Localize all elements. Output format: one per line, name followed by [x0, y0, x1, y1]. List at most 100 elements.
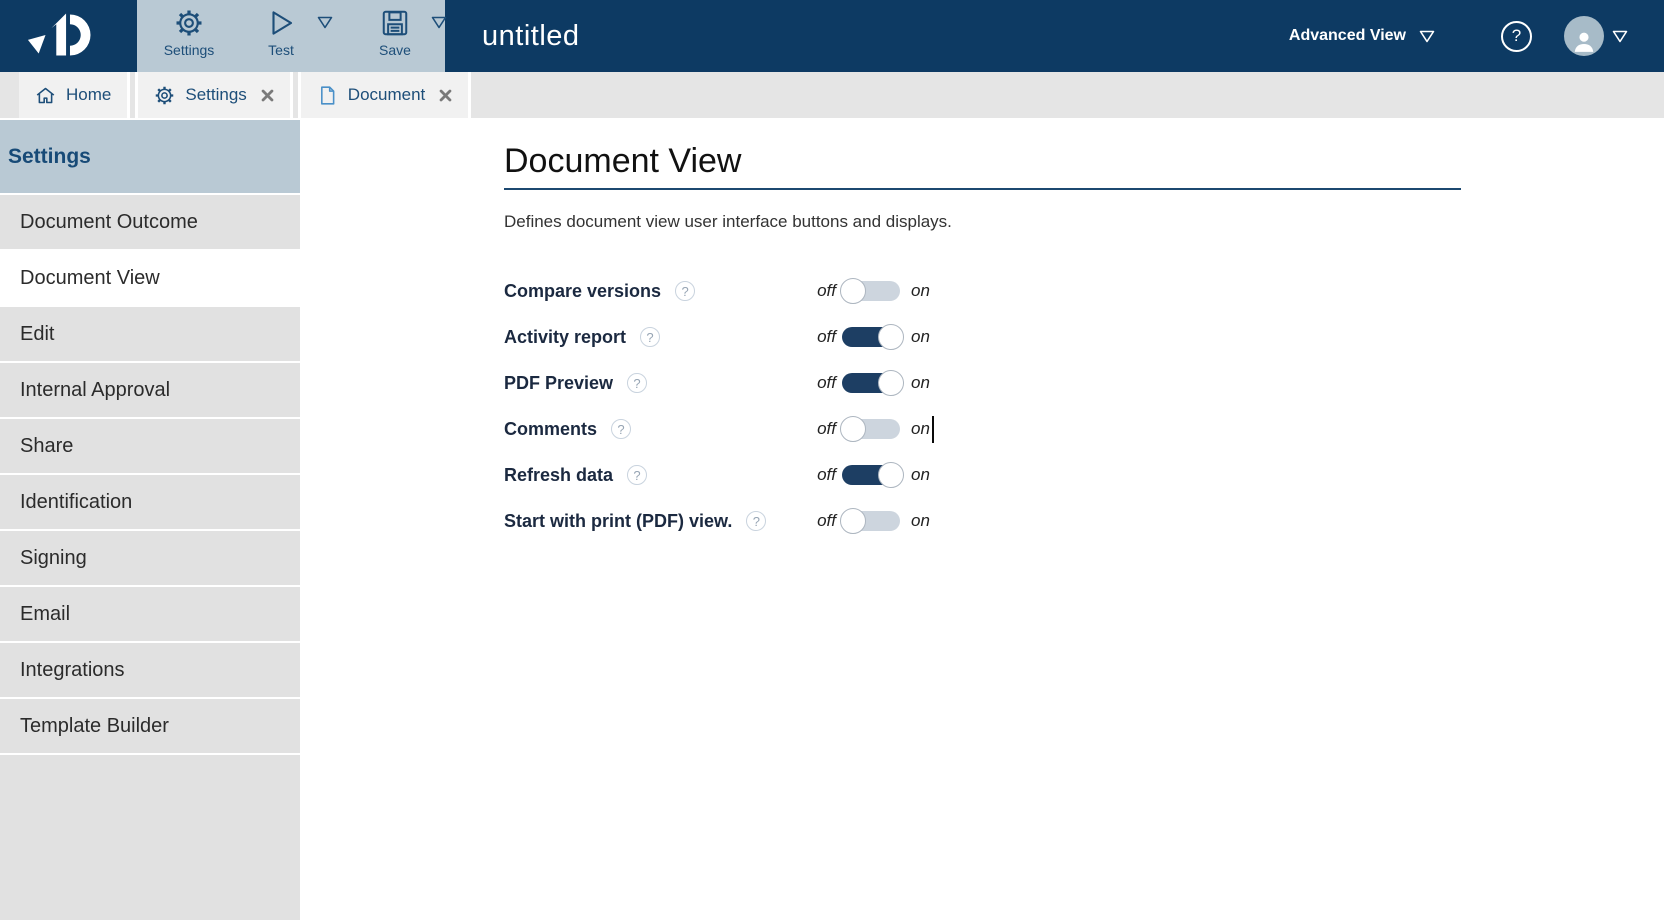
tab-settings-label: Settings [185, 85, 246, 105]
off-label: off [804, 373, 836, 393]
help-tooltip-icon[interactable]: ? [746, 511, 766, 531]
user-avatar[interactable] [1564, 16, 1604, 56]
view-mode-label: Advanced View [1289, 27, 1406, 45]
save-icon [380, 8, 410, 38]
compare-versions-toggle[interactable] [840, 278, 904, 304]
help-tooltip-icon[interactable]: ? [627, 465, 647, 485]
off-label: off [804, 511, 836, 531]
setting-row-activity-report: Activity report ? off on [504, 314, 1664, 360]
save-button[interactable]: Save [367, 8, 423, 58]
body-row: Settings Document Outcome Document View … [0, 120, 1664, 920]
on-label: on [911, 419, 930, 439]
help-tooltip-icon[interactable]: ? [675, 281, 695, 301]
toggle-group: off on [804, 278, 930, 304]
tab-document-label: Document [348, 85, 425, 105]
top-bar: Settings Test [0, 0, 1664, 72]
off-label: off [804, 465, 836, 485]
sidebar-item-signing[interactable]: Signing [0, 531, 300, 587]
setting-row-compare-versions: Compare versions ? off on [504, 268, 1664, 314]
page-description: Defines document view user interface but… [504, 212, 1664, 232]
setting-label: PDF Preview [504, 373, 613, 394]
gear-icon [174, 8, 204, 38]
on-label: on [911, 511, 930, 531]
toggle-knob[interactable] [878, 324, 904, 350]
sidebar-item-integrations[interactable]: Integrations [0, 643, 300, 699]
save-dropdown-arrow-icon[interactable] [431, 16, 447, 29]
settings-sidebar: Settings Document Outcome Document View … [0, 120, 300, 920]
setting-label: Compare versions [504, 281, 661, 302]
sidebar-item-email[interactable]: Email [0, 587, 300, 643]
sidebar-item-share[interactable]: Share [0, 419, 300, 475]
tab-settings[interactable]: Settings [135, 72, 292, 118]
off-label: off [804, 281, 836, 301]
setting-label: Comments [504, 419, 597, 440]
toggle-group: off on [804, 370, 930, 396]
tab-home-label: Home [66, 85, 111, 105]
chevron-down-icon [1419, 30, 1435, 43]
sidebar-header: Settings [0, 120, 300, 195]
sidebar-item-document-outcome[interactable]: Document Outcome [0, 195, 300, 251]
toggle-group: off on [804, 508, 930, 534]
tab-bar: Home Settings Document [0, 72, 1664, 120]
help-tooltip-icon[interactable]: ? [627, 373, 647, 393]
test-button-label: Test [268, 42, 294, 58]
activity-report-toggle[interactable] [840, 324, 904, 350]
page-title-block: Document View [504, 140, 1461, 190]
test-button[interactable]: Test [253, 8, 309, 58]
toggle-knob[interactable] [840, 278, 866, 304]
page-title: Document View [504, 140, 1461, 182]
toggle-group: off on [804, 416, 934, 443]
toggle-knob[interactable] [878, 462, 904, 488]
view-mode-selector[interactable]: Advanced View [1289, 27, 1435, 45]
play-icon [266, 8, 296, 38]
setting-label: Refresh data [504, 465, 613, 486]
on-label: on [911, 327, 930, 347]
app-logo[interactable] [0, 0, 137, 72]
comments-toggle[interactable] [840, 416, 904, 442]
settings-button-label: Settings [164, 42, 215, 58]
main-content: Document View Defines document view user… [300, 120, 1664, 920]
save-button-label: Save [379, 42, 411, 58]
document-icon [317, 85, 338, 106]
on-label: on [911, 465, 930, 485]
brand-logo-icon [25, 9, 113, 64]
document-title[interactable]: untitled [482, 20, 580, 53]
pdf-preview-toggle[interactable] [840, 370, 904, 396]
setting-row-comments: Comments ? off on [504, 406, 1664, 452]
tab-home[interactable]: Home [19, 72, 130, 118]
toggle-group: off on [804, 324, 930, 350]
settings-rows: Compare versions ? off on Activity repor… [504, 268, 1664, 544]
toolbar: Settings Test [137, 0, 445, 72]
on-label: on [911, 373, 930, 393]
tab-document[interactable]: Document [298, 72, 471, 118]
start-with-print-view-toggle[interactable] [840, 508, 904, 534]
setting-row-start-with-print-view: Start with print (PDF) view. ? off on [504, 498, 1664, 544]
avatar-dropdown-arrow-icon[interactable] [1612, 30, 1628, 43]
help-button[interactable]: ? [1501, 21, 1532, 52]
setting-label: Start with print (PDF) view. [504, 511, 732, 532]
topbar-right-group: Advanced View ? [1289, 0, 1664, 72]
setting-row-refresh-data: Refresh data ? off on [504, 452, 1664, 498]
toggle-knob[interactable] [840, 416, 866, 442]
off-label: off [804, 327, 836, 347]
toggle-knob[interactable] [840, 508, 866, 534]
sidebar-item-edit[interactable]: Edit [0, 307, 300, 363]
refresh-data-toggle[interactable] [840, 462, 904, 488]
close-icon[interactable] [439, 89, 452, 102]
help-tooltip-icon[interactable]: ? [640, 327, 660, 347]
close-icon[interactable] [261, 89, 274, 102]
sidebar-item-document-view[interactable]: Document View [0, 251, 300, 307]
help-tooltip-icon[interactable]: ? [611, 419, 631, 439]
app-window: Settings Test [0, 0, 1664, 920]
test-dropdown-arrow-icon[interactable] [317, 16, 333, 29]
toggle-knob[interactable] [878, 370, 904, 396]
question-mark-icon: ? [1512, 26, 1521, 46]
sidebar-item-template-builder[interactable]: Template Builder [0, 699, 300, 755]
sidebar-item-identification[interactable]: Identification [0, 475, 300, 531]
settings-button[interactable]: Settings [161, 8, 217, 58]
home-icon [35, 85, 56, 106]
setting-label: Activity report [504, 327, 626, 348]
sidebar-item-internal-approval[interactable]: Internal Approval [0, 363, 300, 419]
on-label: on [911, 281, 930, 301]
toggle-group: off on [804, 462, 930, 488]
